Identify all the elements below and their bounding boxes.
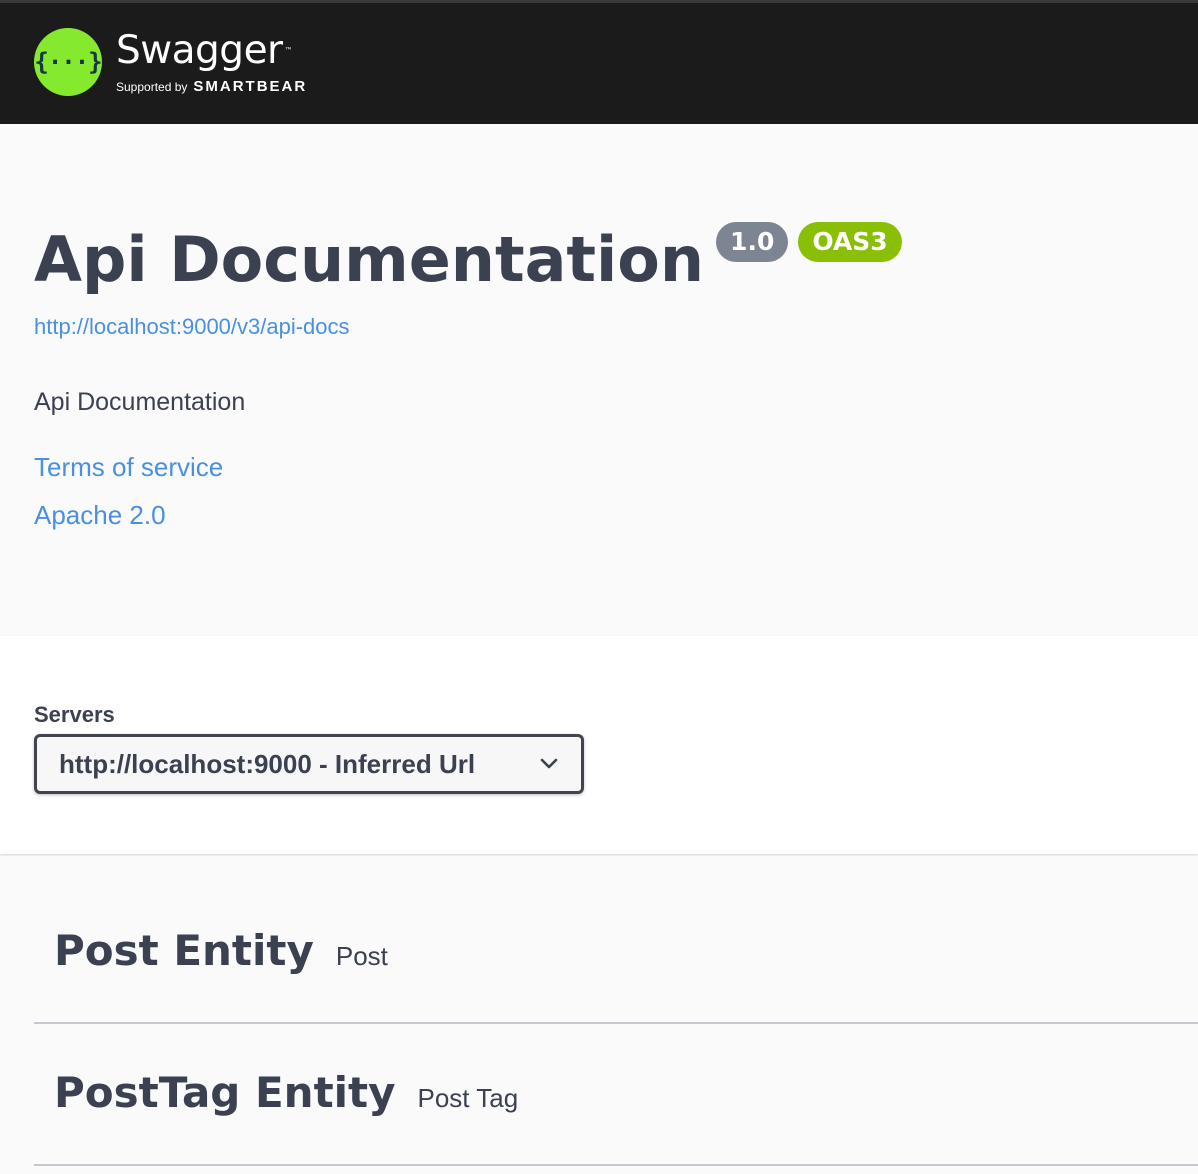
oas-badge: OAS3 [798, 222, 902, 262]
brand-name-text: Swagger [116, 27, 283, 73]
servers-selected-value: http://localhost:9000 - Inferred Url [59, 748, 476, 779]
chevron-down-icon [539, 754, 559, 774]
tag-header: Post Entity Post [54, 926, 388, 975]
tag-description: Post Tag [417, 1083, 519, 1113]
title-row: Api Documentation 1.0 OAS3 [34, 216, 902, 304]
tag-name: Post Entity [54, 926, 314, 975]
api-description: Api Documentation [34, 388, 246, 416]
sponsor-name: SMARTBEAR [193, 77, 308, 95]
tag-name: PostTag Entity [54, 1068, 396, 1117]
swagger-logo[interactable]: {···} Swagger ™ Supported by SMARTBEAR [34, 27, 307, 97]
tag-posttag-entity[interactable]: PostTag Entity Post Tag [34, 1024, 1198, 1166]
tag-header: PostTag Entity Post Tag [54, 1068, 518, 1117]
page-title: Api Documentation [34, 223, 705, 296]
tag-list: Post Entity Post PostTag Entity Post Tag [0, 856, 1198, 1174]
tag-description: Post [335, 941, 388, 971]
servers-label: Servers [34, 702, 115, 727]
license-link[interactable]: Apache 2.0 [34, 500, 166, 531]
brand-trademark: ™ [284, 45, 293, 55]
swagger-logo-glyph: {···} [34, 48, 102, 76]
spec-url-link[interactable]: http://localhost:9000/v3/api-docs [34, 314, 350, 340]
brand-name: Swagger ™ [116, 27, 307, 73]
servers-select[interactable]: http://localhost:9000 - Inferred Url [34, 734, 584, 794]
supported-by-label: Supported by [116, 79, 188, 94]
version-badge: 1.0 [716, 222, 789, 262]
api-info: Api Documentation 1.0 OAS3 http://localh… [0, 124, 1198, 636]
swagger-logo-text: Swagger ™ Supported by SMARTBEAR [116, 27, 307, 95]
swagger-logo-icon: {···} [34, 28, 103, 96]
topbar: {···} Swagger ™ Supported by SMARTBEAR [0, 0, 1198, 124]
servers-section: Servers http://localhost:9000 - Inferred… [0, 636, 1198, 854]
terms-of-service-link[interactable]: Terms of service [34, 452, 223, 483]
tag-post-entity[interactable]: Post Entity Post [34, 882, 1198, 1024]
supported-by: Supported by SMARTBEAR [116, 78, 307, 95]
